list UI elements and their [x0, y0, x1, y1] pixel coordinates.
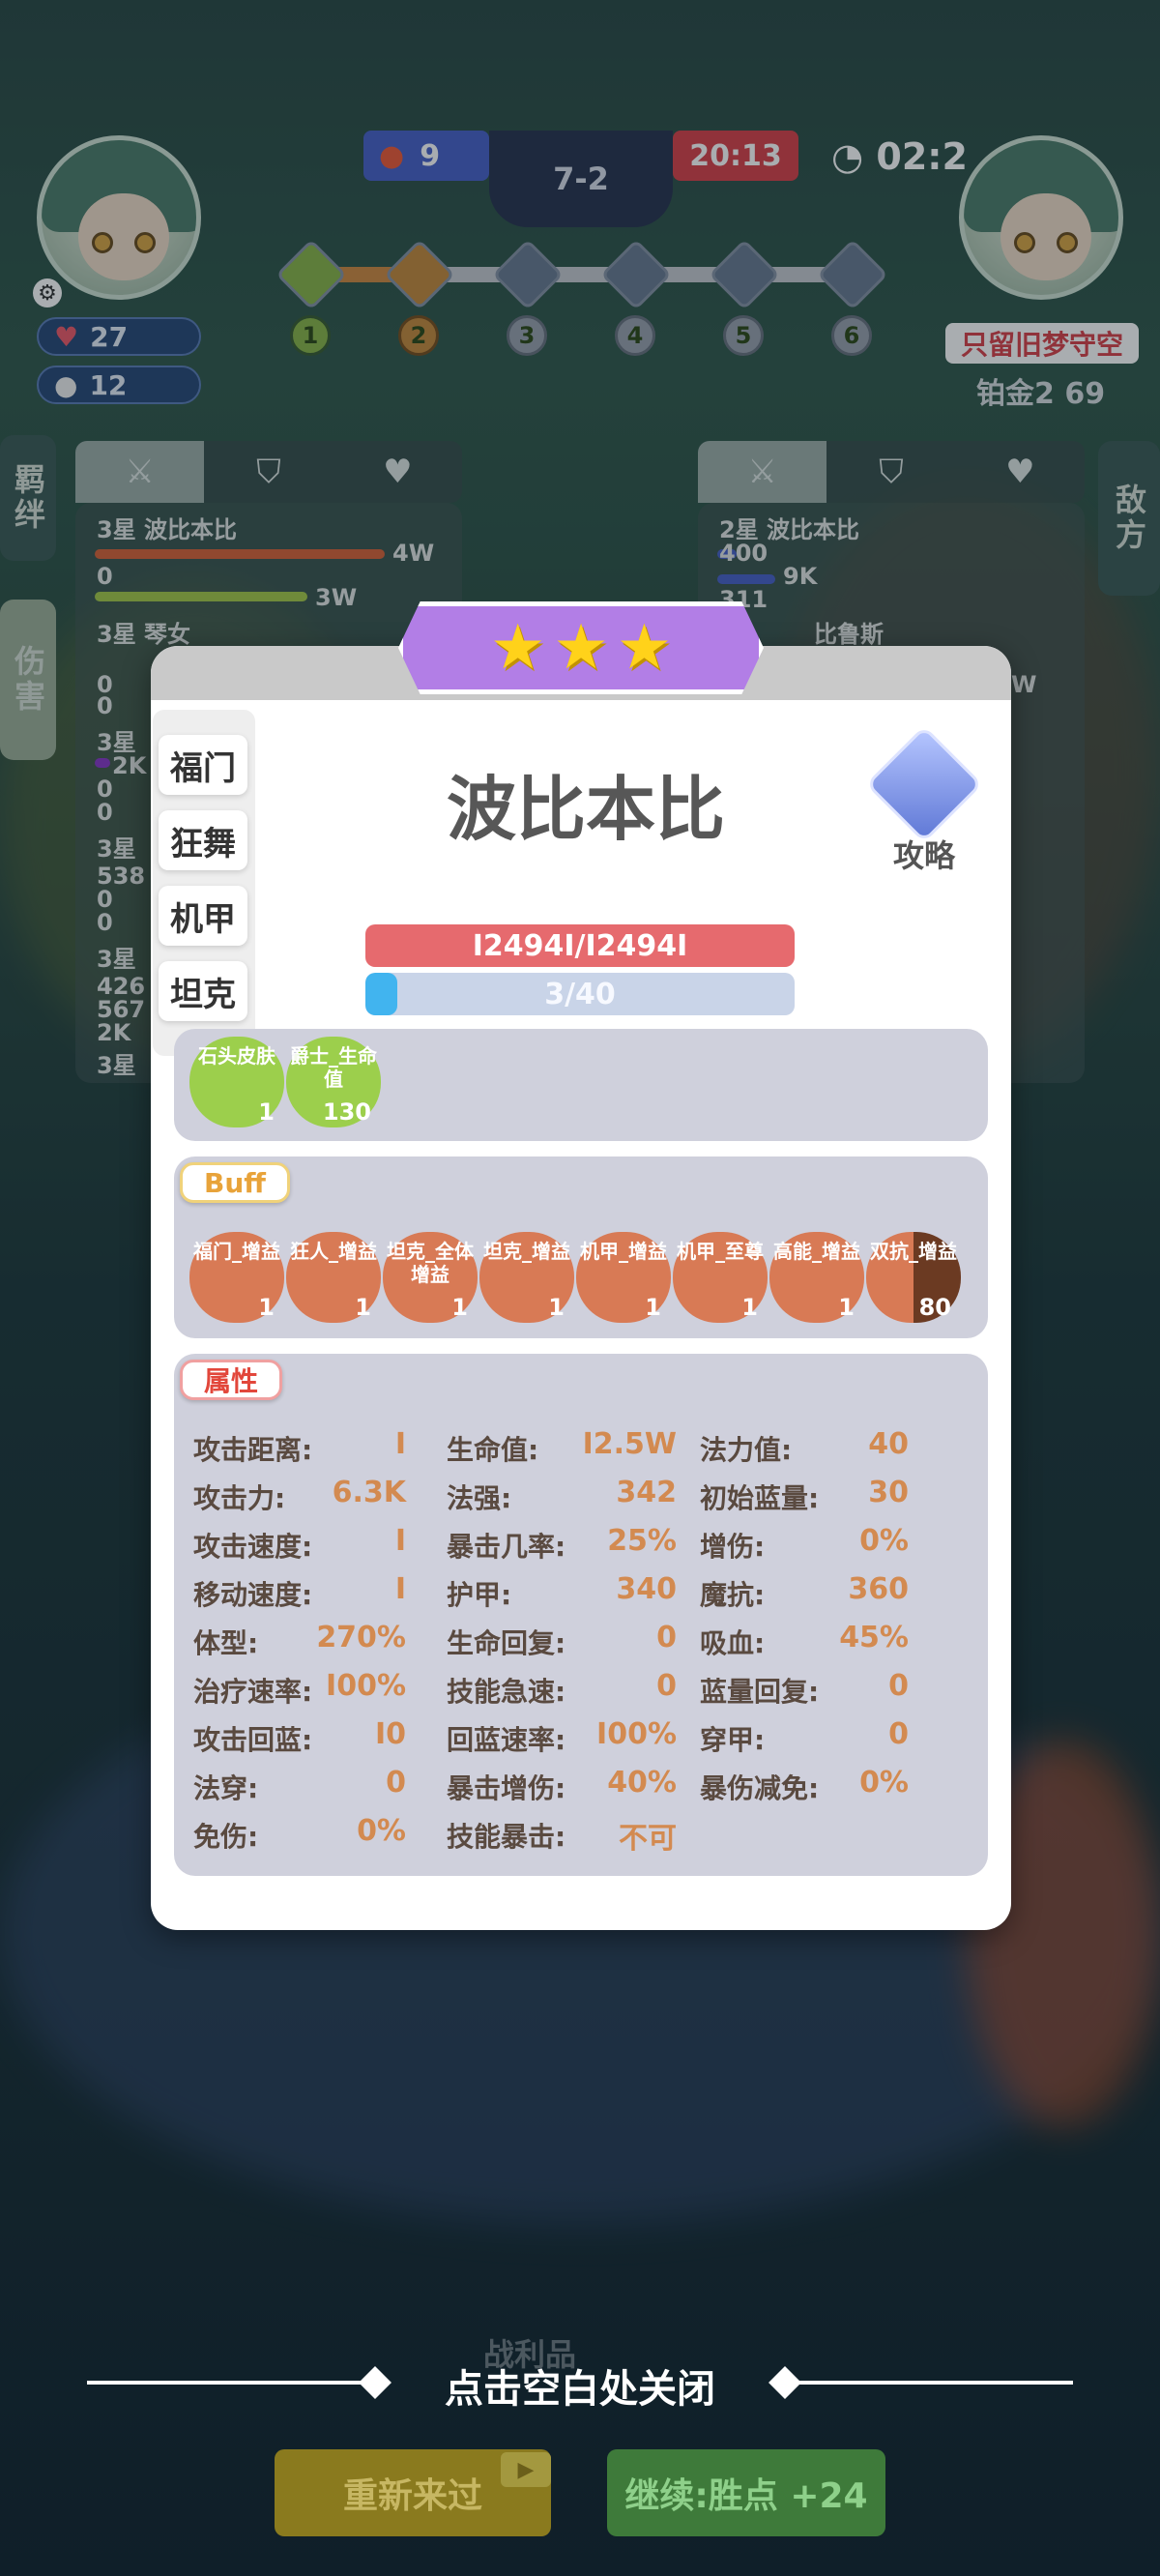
item-orb[interactable]: 石头皮肤 1 [189, 1037, 284, 1127]
buff-orb[interactable]: 坦克_全体增益 1 [383, 1232, 478, 1323]
buff-count: 1 [838, 1294, 855, 1321]
attribute-value: 不可 [619, 1822, 677, 1856]
attribute-value: 0 [386, 1766, 406, 1800]
buff-count: 1 [548, 1294, 565, 1321]
attribute-value: I [394, 1572, 406, 1606]
attribute-label: 免伤: [193, 1821, 259, 1853]
buff-orb[interactable]: 坦克_增益 1 [479, 1232, 574, 1323]
mana-text: 3/40 [544, 977, 616, 1011]
close-hint-text: 点击空白处关闭 [445, 2367, 715, 2412]
continue-label: 继续:胜点 +24 [624, 2476, 868, 2516]
item-count: 1 [258, 1098, 275, 1126]
attribute-value: I [394, 1524, 406, 1558]
attribute-value: 270% [316, 1621, 406, 1654]
buff-label: 狂人_增益 [290, 1240, 377, 1263]
buff-label: 福门_增益 [193, 1240, 280, 1263]
buff-label: 坦克_全体增益 [387, 1240, 474, 1286]
attribute-value: 25% [607, 1524, 677, 1558]
trait-badge[interactable]: 机甲 [159, 886, 247, 946]
attribute-value: I00% [326, 1669, 406, 1703]
buff-orb[interactable]: 狂人_增益 1 [286, 1232, 381, 1323]
item-orb[interactable]: 爵士_生命值 130 [286, 1037, 381, 1127]
buff-orb[interactable]: 福门_增益 1 [189, 1232, 284, 1323]
attribute-value: 0 [888, 1669, 909, 1703]
video-icon: ▶ [501, 2452, 551, 2487]
attribute-value: 40 [868, 1427, 909, 1461]
buff-label: 机甲_增益 [580, 1240, 667, 1263]
continue-button[interactable]: 继续:胜点 +24 [607, 2449, 885, 2536]
divider-right [793, 2381, 1073, 2385]
star-rating: ★ ★ ★ [398, 601, 764, 694]
star-icon-2: ★ [553, 612, 609, 684]
mana-bar-fill [365, 973, 398, 1015]
unit-detail-card: ★ ★ ★ 福门 狂舞 机甲 坦克 波比本比 攻略 I2494I/I2494I … [151, 601, 1011, 1930]
attribute-label: 体型: [193, 1627, 259, 1659]
attribute-value: 0% [859, 1766, 909, 1800]
buff-label: 高能_增益 [773, 1240, 860, 1263]
guide-button[interactable]: 攻略 [865, 725, 983, 874]
buff-count: 1 [741, 1294, 758, 1321]
attribute-label: 魔抗: [700, 1579, 766, 1611]
attribute-label: 法穿: [193, 1772, 259, 1804]
trait-badge[interactable]: 坦克 [159, 961, 247, 1021]
buff-label: 机甲_至尊 [677, 1240, 764, 1263]
attribute-label: 护甲: [447, 1579, 512, 1611]
attribute-value: I2.5W [582, 1427, 677, 1461]
buff-title: Buff [180, 1162, 290, 1203]
attribute-value: I [394, 1427, 406, 1461]
items-box: 石头皮肤 1 爵士_生命值 130 [174, 1029, 988, 1141]
attribute-value: 0 [656, 1669, 677, 1703]
attribute-value: 0% [859, 1524, 909, 1558]
retry-label: 重新来过 [342, 2476, 482, 2516]
trait-list: 福门 狂舞 机甲 坦克 [153, 710, 255, 1056]
item-label: 爵士_生命值 [290, 1044, 377, 1091]
item-label: 石头皮肤 [198, 1044, 276, 1068]
attribute-label: 吸血: [700, 1627, 766, 1659]
hp-bar: I2494I/I2494I [365, 924, 795, 967]
buff-count: 1 [451, 1294, 468, 1321]
attribute-label: 增伤: [700, 1531, 766, 1563]
buff-orb[interactable]: 机甲_至尊 1 [673, 1232, 768, 1323]
close-hint[interactable]: 点击空白处关闭 [0, 2350, 1160, 2417]
attribute-value: 0 [656, 1621, 677, 1654]
attribute-value: 6.3K [332, 1476, 406, 1509]
attribute-value: I00% [596, 1717, 677, 1751]
attributes-title: 属性 [180, 1360, 283, 1400]
buff-label: 双抗_增益 [870, 1240, 957, 1263]
graduation-cap-icon [865, 725, 983, 843]
buff-count: 1 [258, 1294, 275, 1321]
buff-label: 坦克_增益 [483, 1240, 570, 1263]
attribute-value: 360 [848, 1572, 909, 1606]
attribute-value: 40% [607, 1766, 677, 1800]
attribute-value: 45% [839, 1621, 909, 1654]
attribute-label: 穿甲: [700, 1724, 766, 1756]
attribute-value: 0 [888, 1717, 909, 1751]
buff-orb[interactable]: 双抗_增益 80 [866, 1232, 961, 1323]
buff-count: 1 [355, 1294, 371, 1321]
attributes-box: 属性 攻击距离: I 生命值: I2.5W 法力值: 40 攻击力: 6.3K 法强: 342 初始… [174, 1354, 988, 1876]
buff-orb[interactable]: 高能_增益 1 [769, 1232, 864, 1323]
attribute-value: I0 [374, 1717, 406, 1751]
attribute-value: 30 [868, 1476, 909, 1509]
item-count: 130 [322, 1098, 371, 1126]
buff-count: 80 [918, 1294, 951, 1321]
buff-orb[interactable]: 机甲_增益 1 [576, 1232, 671, 1323]
attribute-label: 生命值: [447, 1434, 539, 1466]
attribute-value: 0% [357, 1814, 406, 1848]
buff-box: Buff 福门_增益 1 狂人_增益 1 坦克_全体增益 1 坦克_增益 1 机甲_增益 1 机甲_… [174, 1156, 988, 1338]
unit-name: 波比本比 [446, 769, 725, 850]
buff-count: 1 [645, 1294, 661, 1321]
attribute-value: 342 [616, 1476, 677, 1509]
mana-bar: 3/40 [365, 973, 795, 1015]
star-icon-3: ★ [616, 612, 673, 684]
trait-badge[interactable]: 福门 [159, 735, 247, 795]
star-icon-1: ★ [489, 612, 546, 684]
attribute-value: 340 [616, 1572, 677, 1606]
trait-badge[interactable]: 狂舞 [159, 810, 247, 870]
attribute-label: 法强: [447, 1482, 512, 1514]
